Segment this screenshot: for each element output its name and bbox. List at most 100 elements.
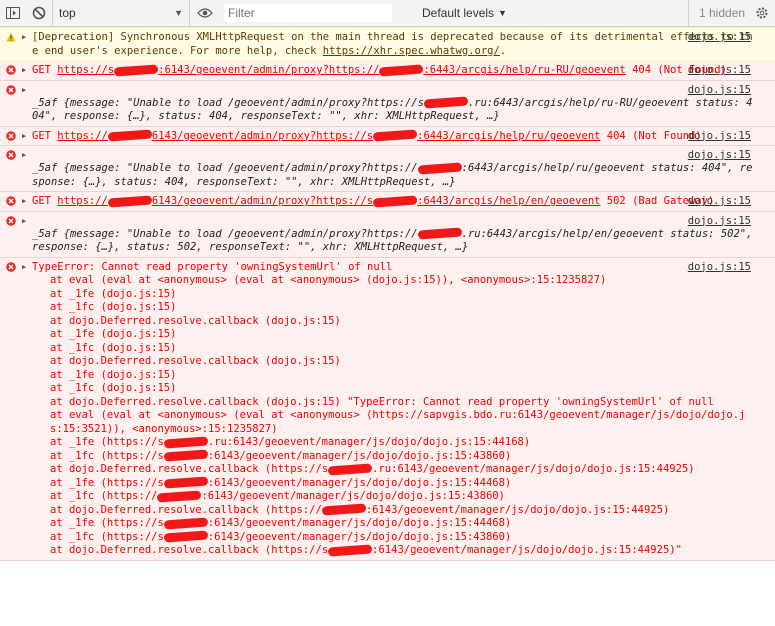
- sidebar-toggle-icon[interactable]: [0, 0, 26, 26]
- console-error-message[interactable]: ▶ dojo.js:15 GET https://6143/geoevent/adm…: [0, 126, 775, 146]
- clear-console-icon[interactable]: [26, 0, 52, 26]
- object-preview: _5af {message: "Unable to load /geoevent…: [32, 227, 759, 253]
- stack-frame[interactable]: at _1fe (dojo.js:15): [32, 369, 755, 383]
- object-name: _5af: [32, 162, 58, 174]
- expand-triangle-icon[interactable]: ▶: [22, 217, 26, 225]
- source-link[interactable]: dojo.js:15: [688, 195, 751, 207]
- source-link[interactable]: dojo.js:15: [688, 261, 751, 273]
- request-url-link[interactable]: https://6143/geoevent/admin/proxy?https:…: [57, 129, 600, 142]
- error-icon: [6, 215, 16, 226]
- stack-frame[interactable]: at _1fe (https://s:6143/geoevent/manager…: [32, 476, 755, 491]
- expand-triangle-icon[interactable]: ▶: [22, 263, 26, 271]
- source-link[interactable]: dojo.js:15: [688, 84, 751, 96]
- request-status: 404 (Not Found): [600, 129, 702, 142]
- redaction-scribble: [107, 194, 153, 208]
- error-icon: [6, 130, 16, 141]
- redaction-scribble: [417, 227, 462, 240]
- console-messages: ▶ dojo.js:15 [Deprecation] Synchronous XML…: [0, 27, 775, 561]
- redaction-scribble: [417, 161, 462, 175]
- warning-icon: [6, 32, 16, 42]
- stack-frame[interactable]: at _1fc (https://s:6143/geoevent/manager…: [32, 530, 755, 545]
- redaction-scribble: [163, 530, 209, 543]
- object-text: {message: "Unable to load /geoevent/admi…: [32, 161, 753, 188]
- stack-frame[interactable]: at _1fe (dojo.js:15): [32, 288, 755, 302]
- redaction-scribble: [321, 503, 367, 516]
- redaction-scribble: [157, 489, 202, 503]
- stack-frame[interactable]: at dojo.Deferred.resolve.callback (https…: [32, 503, 755, 518]
- context-selector[interactable]: top ▼: [52, 0, 190, 26]
- context-label: top: [59, 6, 76, 20]
- object-name: _5af: [32, 96, 58, 109]
- request-method: GET: [32, 195, 58, 207]
- console-object-message[interactable]: ▶ dojo.js:15 _5af {message: "Unable to loa…: [0, 211, 775, 258]
- object-name: _5af: [32, 227, 58, 240]
- help-link[interactable]: https://xhr.spec.whatwg.org/: [323, 45, 500, 57]
- expand-triangle-icon[interactable]: ▶: [22, 66, 26, 74]
- console-object-message[interactable]: ▶ dojo.js:15 _5af {message: "Unable to loa…: [0, 80, 775, 127]
- hidden-count: 1 hidden: [688, 0, 745, 26]
- source-link[interactable]: dojo.js:15: [688, 149, 751, 161]
- source-link[interactable]: dojo.js:15: [688, 64, 751, 76]
- redaction-scribble: [372, 194, 418, 208]
- expand-triangle-icon[interactable]: ▶: [22, 132, 26, 140]
- request-method: GET: [32, 64, 58, 76]
- stack-frame[interactable]: at _1fc (dojo.js:15): [32, 301, 755, 315]
- expand-triangle-icon[interactable]: ▶: [22, 197, 26, 205]
- log-levels-label: Default levels: [422, 6, 495, 20]
- console-error-message[interactable]: ▶ dojo.js:15 GET https://s:6143/geoevent/a…: [0, 61, 775, 81]
- redaction-scribble: [327, 462, 373, 476]
- redaction-scribble: [163, 449, 209, 462]
- console-toolbar: top ▼ Default levels ▼ 1 hidden: [0, 0, 775, 27]
- redaction-scribble: [372, 129, 418, 142]
- source-link[interactable]: dojo.js:15: [688, 130, 751, 142]
- stack-frame[interactable]: at _1fc (https://s:6143/geoevent/manager…: [32, 449, 755, 464]
- redaction-scribble: [163, 435, 209, 449]
- stack-frame[interactable]: at _1fe (https://s .ru:6143/geoevent/mana…: [32, 435, 755, 450]
- error-icon: [6, 261, 16, 272]
- stack-frame[interactable]: at dojo.Deferred.resolve.callback (dojo.…: [32, 315, 755, 329]
- object-preview: _5af {message: "Unable to load /geoevent…: [32, 96, 753, 122]
- stack-frame[interactable]: at _1fc (dojo.js:15): [32, 382, 755, 396]
- error-icon: [6, 150, 16, 160]
- object-preview: _5af {message: "Unable to load /geoevent…: [32, 161, 753, 188]
- error-icon: [6, 65, 16, 75]
- stack-frame[interactable]: at _1fc (https://:6143/geoevent/manager/…: [32, 489, 755, 504]
- console-object-message[interactable]: ▶ dojo.js:15 _5af {message: "Unable to loa…: [0, 146, 775, 192]
- chevron-down-icon: ▼: [498, 8, 507, 18]
- stack-frame[interactable]: at eval (eval at <anonymous> (eval at <a…: [32, 274, 755, 288]
- request-url-link[interactable]: https://s:6143/geoevent/admin/proxy?http…: [57, 63, 626, 77]
- redaction-scribble: [163, 516, 209, 530]
- stack-frame[interactable]: at dojo.Deferred.resolve.callback (https…: [32, 462, 755, 477]
- filter-input[interactable]: [224, 4, 392, 22]
- redaction-scribble: [327, 543, 373, 557]
- stack-frame[interactable]: at eval (eval at <anonymous> (eval at <a…: [32, 409, 755, 436]
- object-text: {message: "Unable to load /geoevent/admi…: [32, 227, 759, 253]
- redaction-scribble: [113, 63, 159, 77]
- error-header: TypeError: Cannot read property 'owningS…: [32, 260, 393, 273]
- stack-frame[interactable]: at _1fe (https://s:6143/geoevent/manager…: [32, 516, 755, 531]
- stack-frame[interactable]: at _1fc (dojo.js:15): [32, 342, 755, 356]
- settings-icon[interactable]: [755, 0, 769, 26]
- warning-suffix: .: [499, 44, 507, 57]
- expand-triangle-icon[interactable]: ▶: [22, 33, 26, 41]
- console-error-message[interactable]: ▶ dojo.js:15 GET https://6143/geoevent/adm…: [0, 192, 775, 212]
- redaction-scribble: [163, 476, 209, 489]
- stack-frame[interactable]: at dojo.Deferred.resolve.callback (https…: [32, 543, 755, 558]
- stack-frame[interactable]: at dojo.Deferred.resolve.callback (dojo.…: [32, 396, 755, 410]
- expand-triangle-icon[interactable]: ▶: [22, 151, 26, 159]
- chevron-down-icon: ▼: [174, 8, 183, 18]
- request-method: GET: [32, 129, 58, 142]
- request-url-link[interactable]: https://6143/geoevent/admin/proxy?https:…: [57, 194, 600, 208]
- stack-frame[interactable]: at _1fe (dojo.js:15): [32, 328, 755, 342]
- object-text: {message: "Unable to load /geoevent/admi…: [32, 96, 753, 122]
- redaction-scribble: [379, 63, 424, 77]
- source-link[interactable]: dojo.js:15: [688, 215, 751, 227]
- console-error-stacktrace[interactable]: ▶ dojo.js:15 TypeError: Cannot read proper…: [0, 257, 775, 561]
- source-link[interactable]: dojo.js:15: [688, 31, 751, 43]
- log-levels-dropdown[interactable]: Default levels ▼: [422, 0, 507, 26]
- stack-frame[interactable]: at dojo.Deferred.resolve.callback (dojo.…: [32, 355, 755, 369]
- error-icon: [6, 84, 16, 95]
- eye-icon[interactable]: [192, 0, 218, 26]
- expand-triangle-icon[interactable]: ▶: [22, 86, 26, 94]
- console-warning-message[interactable]: ▶ dojo.js:15 [Deprecation] Synchronous XML…: [0, 27, 775, 61]
